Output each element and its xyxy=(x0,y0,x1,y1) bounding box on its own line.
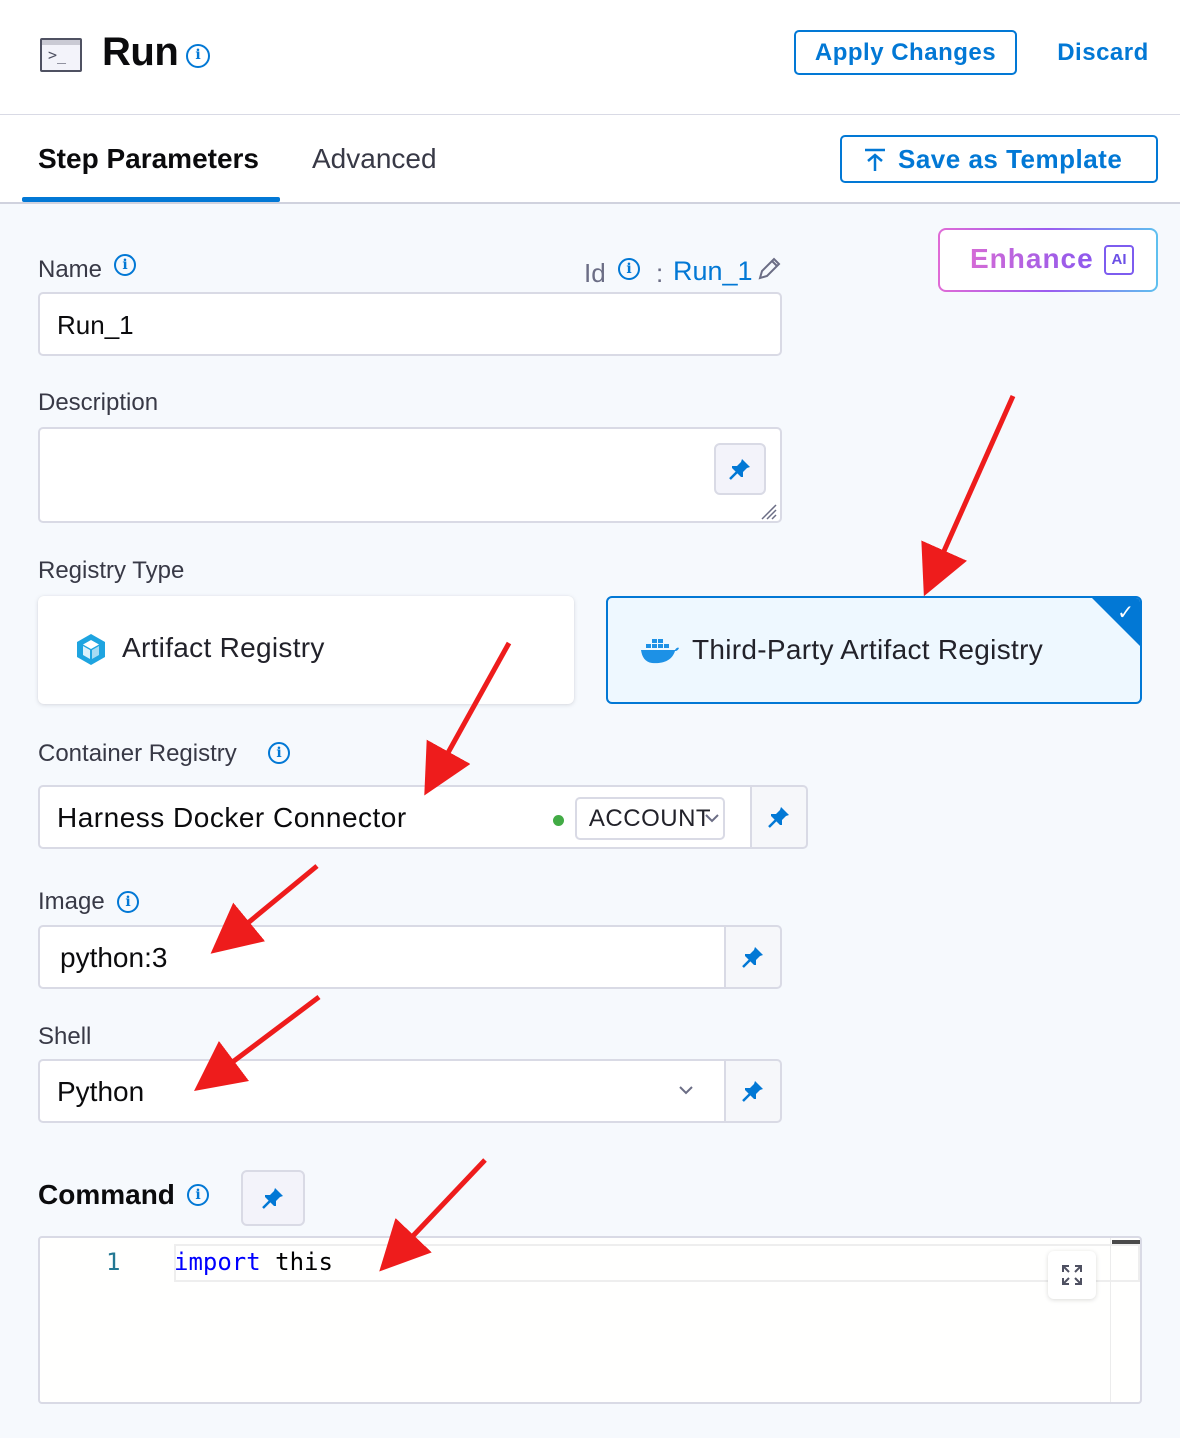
enhance-label: Enhance xyxy=(970,243,1094,274)
chevron-down-icon[interactable] xyxy=(678,1082,694,1098)
command-info-icon[interactable]: i xyxy=(187,1184,209,1206)
shell-value: Python xyxy=(57,1076,145,1107)
pin-icon xyxy=(742,947,763,968)
enhance-ai-button[interactable]: Enhance AI xyxy=(938,228,1158,292)
page-title: Run xyxy=(102,30,179,74)
code-text: this xyxy=(260,1248,333,1276)
container-registry-pin-button[interactable] xyxy=(750,785,808,849)
code-line: import this xyxy=(174,1248,333,1276)
image-label: Image xyxy=(38,888,105,915)
editor-scrollbar[interactable] xyxy=(1110,1238,1140,1402)
apply-changes-button[interactable]: Apply Changes xyxy=(794,30,1017,75)
container-registry-select[interactable]: Harness Docker Connector ACCOUNT xyxy=(38,785,752,849)
name-input-value: Run_1 xyxy=(57,310,134,340)
registry-type-label: Registry Type xyxy=(38,557,185,584)
expand-icon xyxy=(1062,1265,1082,1285)
id-value: Run_1 xyxy=(673,256,753,286)
name-info-icon[interactable]: i xyxy=(114,254,136,276)
expand-editor-button[interactable] xyxy=(1048,1251,1096,1299)
ai-icon: AI xyxy=(1104,245,1134,275)
name-label: Name xyxy=(38,256,103,283)
code-keyword: import xyxy=(174,1248,261,1276)
image-info-icon[interactable]: i xyxy=(117,891,139,913)
connector-status-dot xyxy=(553,815,564,826)
pin-icon xyxy=(742,1081,763,1102)
pin-icon xyxy=(262,1188,283,1209)
edit-pencil-icon[interactable] xyxy=(756,256,782,282)
tab-step-parameters[interactable]: Step Parameters xyxy=(38,143,259,175)
save-as-template-label: Save as Template xyxy=(898,144,1123,174)
container-registry-value: Harness Docker Connector xyxy=(57,802,407,833)
active-tab-indicator xyxy=(22,197,280,202)
chevron-down-icon[interactable] xyxy=(704,810,720,826)
command-code-editor[interactable]: 1 import this xyxy=(38,1236,1142,1404)
command-label: Command xyxy=(38,1179,175,1210)
shell-select[interactable]: Python xyxy=(38,1059,726,1123)
pin-icon xyxy=(729,459,750,480)
name-input[interactable]: Run_1 xyxy=(38,292,782,356)
terminal-icon: >_ xyxy=(40,38,82,72)
container-registry-label: Container Registry xyxy=(38,740,237,767)
resize-handle-icon[interactable] xyxy=(758,501,778,521)
id-label: Id xyxy=(584,258,606,288)
scrollbar-marker xyxy=(1112,1240,1140,1244)
description-textarea[interactable] xyxy=(38,427,782,523)
artifact-registry-icon xyxy=(77,634,105,665)
image-pin-button[interactable] xyxy=(724,925,782,989)
upload-icon xyxy=(865,148,885,171)
shell-pin-button[interactable] xyxy=(724,1059,782,1123)
id-separator: : xyxy=(656,258,664,288)
third-party-registry-label: Third-Party Artifact Registry xyxy=(692,634,1044,665)
scope-badge: ACCOUNT xyxy=(575,797,725,840)
tab-advanced[interactable]: Advanced xyxy=(312,143,437,175)
info-icon[interactable]: i xyxy=(186,44,210,68)
docker-icon xyxy=(641,639,679,664)
shell-label: Shell xyxy=(38,1023,92,1050)
image-input[interactable]: python:3 xyxy=(38,925,726,989)
save-as-template-button[interactable]: Save as Template xyxy=(840,135,1158,183)
image-value: python:3 xyxy=(60,942,168,973)
artifact-registry-label: Artifact Registry xyxy=(122,632,325,663)
artifact-registry-card[interactable]: Artifact Registry xyxy=(38,596,574,704)
description-pin-button[interactable] xyxy=(714,443,766,495)
selected-corner xyxy=(1090,598,1140,648)
command-pin-button[interactable] xyxy=(241,1170,305,1226)
step-header: >_ Run i Apply Changes Discard xyxy=(0,0,1180,115)
description-label: Description xyxy=(38,389,159,416)
pin-icon xyxy=(768,807,789,828)
check-icon: ✓ xyxy=(1117,602,1134,624)
discard-button[interactable]: Discard xyxy=(1040,30,1166,75)
third-party-registry-card[interactable]: ✓ Third-Party Artifact Registry xyxy=(606,596,1142,704)
line-number: 1 xyxy=(106,1248,121,1276)
tab-bar: Step Parameters Advanced Save as Templat… xyxy=(0,115,1180,204)
id-info-icon[interactable]: i xyxy=(618,258,640,280)
container-registry-info-icon[interactable]: i xyxy=(268,742,290,764)
